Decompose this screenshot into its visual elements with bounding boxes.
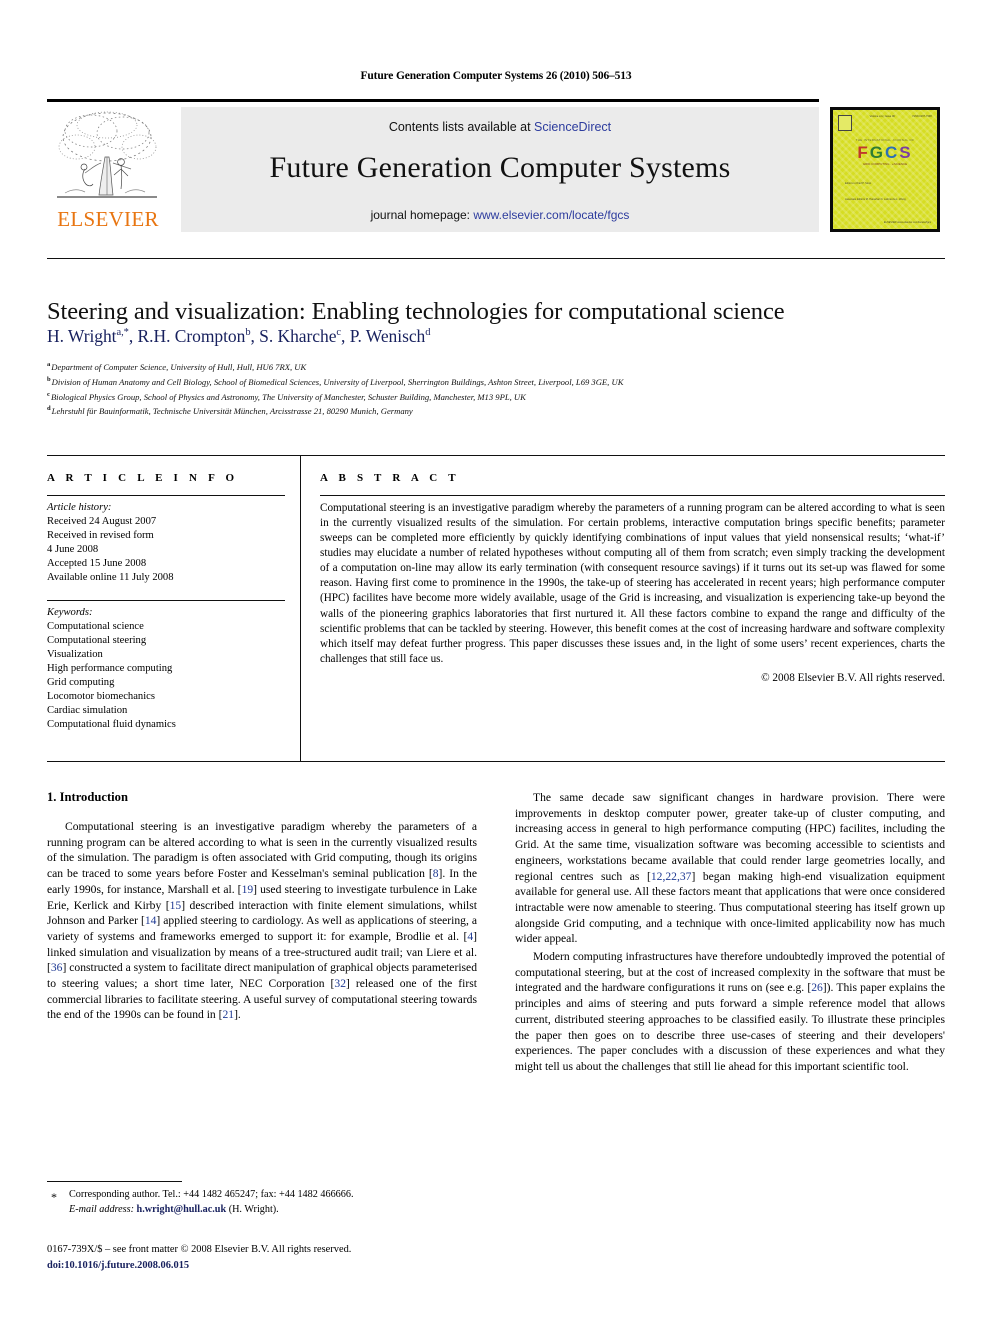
title-top-rule [47, 258, 945, 260]
contents-prefix: Contents lists available at [388, 120, 535, 134]
keyword-item: Visualization [47, 648, 103, 660]
keyword-item: Computational steering [47, 634, 147, 646]
keyword-item: Cardiac simulation [47, 705, 128, 717]
affiliation-c: cBiological Physics Group, School of Phy… [47, 390, 937, 405]
keywords-rule [47, 599, 285, 601]
article-info-column: A R T I C L E I N F O Article history: R… [47, 472, 285, 732]
cover-volume-text: Volume xxx | Issue 00 [869, 115, 895, 118]
affiliation-b: bDivision of Human Anatomy and Cell Biol… [47, 375, 937, 390]
article-info-heading: A R T I C L E I N F O [47, 472, 239, 484]
keyword-item: Grid computing [47, 677, 115, 689]
elsevier-logo: ELSEVIER [47, 107, 169, 232]
abstract-column: A B S T R A C T Computational steering i… [320, 472, 945, 684]
body-column-right: The same decade saw significant changes … [515, 790, 945, 1077]
corresponding-author-footnote: * Corresponding author. Tel.: +44 1482 4… [47, 1188, 477, 1218]
journal-homepage-line: journal homepage: www.elsevier.com/locat… [181, 208, 819, 222]
journal-homepage-link[interactable]: www.elsevier.com/locate/fgcs [473, 208, 629, 222]
issn-front-matter-line: 0167-739X/$ – see front matter © 2008 El… [47, 1244, 352, 1255]
imprint-block: 0167-739X/$ – see front matter © 2008 El… [47, 1242, 507, 1273]
keyword-item: Computational science [47, 620, 144, 632]
affiliation-text-b: Division of Human Anatomy and Cell Biolo… [51, 376, 624, 387]
affiliation-marker-a: a [47, 361, 51, 368]
cover-editor-block: Editor-in-Chief P. Sloot [845, 182, 872, 185]
affiliation-text-a: Department of Computer Science, Universi… [51, 361, 307, 372]
affiliation-marker-b: b [47, 375, 51, 383]
author-list: H. Wrighta,*, R.H. Cromptonb, S. Kharche… [47, 326, 431, 346]
footnote-rule [47, 1181, 182, 1183]
history-item: 4 June 2008 [47, 544, 99, 556]
cover-fgcs-logo: FGCS [833, 143, 937, 163]
journal-masthead: ELSEVIER Contents lists available at Sci… [47, 99, 945, 232]
affiliation-text-d: Lehrstuhl für Bauinformatik, Technische … [51, 406, 413, 417]
homepage-prefix: journal homepage: [370, 208, 474, 222]
body-column-left: 1. Introduction Computational steering i… [47, 790, 477, 1025]
affiliation-marker-d: d [47, 405, 51, 413]
masthead-top-rule [47, 99, 819, 102]
cover-kicker-text: THE INTERNATIONAL JOURNAL OF [855, 138, 915, 142]
cover-associate-editors-block: Associate Editors M. Parashar D. Laforen… [845, 198, 906, 201]
cover-top-bar: Volume xxx | Issue 00 ISSN 0167-739X [838, 115, 932, 131]
article-history-label: Article history: [47, 502, 112, 514]
footnote-contact-line: Corresponding author. Tel.: +44 1482 465… [69, 1189, 354, 1200]
info-abstract-divider [300, 455, 301, 762]
cover-subtitle-text: GRID COMPUTING · eSCIENCE [862, 162, 908, 166]
cover-footer-text: ELSEVIER www.elsevier.com/locate/fgcs [883, 221, 931, 224]
keyword-item: Locomotor biomechanics [47, 691, 155, 703]
abstract-copyright: © 2008 Elsevier B.V. All rights reserved… [761, 671, 945, 684]
elsevier-tree-icon [51, 107, 163, 205]
doi-link[interactable]: doi:10.1016/j.future.2008.06.015 [47, 1258, 507, 1274]
cover-letter-g: G [869, 143, 885, 162]
footnote-body: Corresponding author. Tel.: +44 1482 465… [69, 1188, 477, 1218]
elsevier-wordmark: ELSEVIER [57, 207, 159, 231]
cover-letter-c: C [885, 143, 900, 162]
footnote-star-marker: * [51, 1190, 57, 1204]
affiliation-text-c: Biological Physics Group, School of Phys… [50, 391, 526, 402]
cover-letter-f: F [857, 143, 870, 162]
section-heading-introduction: 1. Introduction [47, 790, 128, 804]
history-item: Received 24 August 2007 [47, 516, 157, 528]
paragraph: The same decade saw significant changes … [515, 791, 945, 946]
abstract-heading: A B S T R A C T [320, 472, 460, 484]
email-address-label: E-mail address: [69, 1203, 134, 1215]
history-item: Available online 11 July 2008 [47, 572, 174, 584]
keywords-block: Keywords: Computational science Computat… [47, 606, 285, 733]
sciencedirect-link[interactable]: ScienceDirect [534, 120, 611, 134]
abstract-text: Computational steering is an investigati… [320, 502, 945, 665]
keyword-item: Computational fluid dynamics [47, 719, 176, 731]
page-title: Steering and visualization: Enabling tec… [47, 298, 785, 326]
journal-header-band: Contents lists available at ScienceDirec… [181, 107, 819, 232]
paper-page: Future Generation Computer Systems 26 (2… [0, 0, 992, 1323]
abstract-rule [320, 495, 945, 497]
history-item: Received in revised form [47, 530, 154, 542]
contents-available-line: Contents lists available at ScienceDirec… [181, 120, 819, 134]
running-head: Future Generation Computer Systems 26 (2… [360, 70, 632, 82]
footnote-email-line: E-mail address: h.wright@hull.ac.uk (H. … [69, 1203, 477, 1218]
journal-cover-thumbnail: Volume xxx | Issue 00 ISSN 0167-739X THE… [830, 107, 940, 232]
cover-issn-text: ISSN 0167-739X [912, 115, 932, 118]
email-owner: (H. Wright). [228, 1203, 279, 1215]
keywords-label: Keywords: [47, 606, 93, 618]
journal-title: Future Generation Computer Systems [269, 151, 731, 184]
keyword-item: High performance computing [47, 662, 173, 674]
cover-letter-s: S [899, 143, 913, 162]
cover-publisher-box [838, 115, 852, 131]
article-info-rule [47, 495, 285, 497]
history-item: Accepted 15 June 2008 [47, 558, 147, 570]
affiliation-a: aDepartment of Computer Science, Univers… [47, 360, 937, 375]
paragraph: Modern computing infrastructures have th… [515, 950, 945, 1073]
paragraph: Computational steering is an investigati… [47, 820, 478, 1022]
email-address-link[interactable]: h.wright@hull.ac.uk [137, 1204, 227, 1215]
affiliation-d: dLehrstuhl für Bauinformatik, Technische… [47, 404, 937, 419]
affiliation-marker-c: c [47, 390, 50, 398]
article-history-block: Article history: Received 24 August 2007… [47, 501, 285, 585]
journal-cover-art: Volume xxx | Issue 00 ISSN 0167-739X THE… [833, 110, 937, 229]
info-bottom-rule [47, 761, 945, 763]
affiliation-list: aDepartment of Computer Science, Univers… [47, 360, 937, 419]
info-top-rule [47, 455, 945, 457]
